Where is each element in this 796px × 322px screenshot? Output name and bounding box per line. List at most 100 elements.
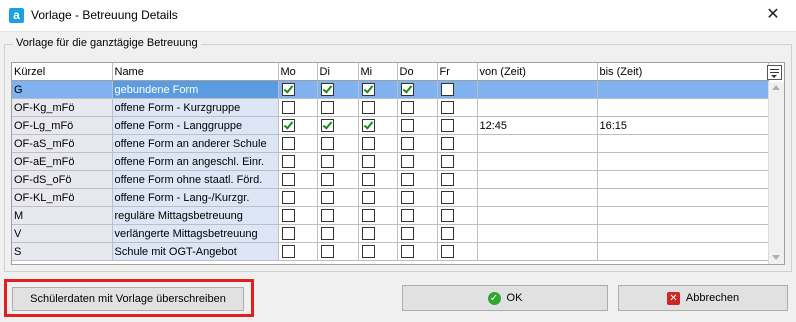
- checkbox-di[interactable]: [320, 137, 334, 150]
- checkbox-mo[interactable]: [281, 173, 295, 186]
- cell-von[interactable]: [477, 224, 598, 243]
- checkbox-do[interactable]: [400, 83, 414, 96]
- cell-kuerzel[interactable]: OF-Kg_mFö: [12, 98, 113, 117]
- checkbox-fr[interactable]: [440, 245, 454, 258]
- checkbox-fr[interactable]: [440, 155, 454, 168]
- table-row[interactable]: OF-dS_oFö offene Form ohne staatl. Förd.: [12, 170, 769, 189]
- checkbox-do[interactable]: [400, 137, 414, 150]
- checkbox-di[interactable]: [320, 155, 334, 168]
- cell-von[interactable]: [477, 152, 598, 171]
- scroll-up-icon[interactable]: [772, 85, 780, 90]
- checkbox-di[interactable]: [320, 173, 334, 186]
- checkbox-mi[interactable]: [361, 209, 375, 222]
- table-row[interactable]: OF-Lg_mFö offene Form - Langgruppe 12:45 16…: [12, 116, 769, 135]
- col-header-kuerzel[interactable]: Kürzel: [12, 63, 113, 81]
- checkbox-di[interactable]: [320, 83, 334, 96]
- cell-bis[interactable]: [597, 170, 769, 189]
- cell-bis[interactable]: [597, 80, 769, 99]
- cell-kuerzel[interactable]: OF-KL_mFö: [12, 188, 113, 207]
- cell-kuerzel[interactable]: M: [12, 206, 113, 225]
- cell-bis[interactable]: [597, 206, 769, 225]
- col-header-mo[interactable]: Mo: [278, 63, 318, 81]
- cell-kuerzel[interactable]: V: [12, 224, 113, 243]
- checkbox-di[interactable]: [320, 245, 334, 258]
- checkbox-fr[interactable]: [440, 101, 454, 114]
- checkbox-mi[interactable]: [361, 137, 375, 150]
- cell-bis[interactable]: [597, 152, 769, 171]
- scroll-down-icon[interactable]: [772, 255, 780, 260]
- checkbox-do[interactable]: [400, 245, 414, 258]
- cell-bis[interactable]: [597, 242, 769, 261]
- checkbox-fr[interactable]: [440, 191, 454, 204]
- cell-bis[interactable]: [597, 188, 769, 207]
- checkbox-di[interactable]: [320, 227, 334, 240]
- cell-name[interactable]: offene Form ohne staatl. Förd.: [112, 170, 279, 189]
- cell-von[interactable]: [477, 134, 598, 153]
- checkbox-fr[interactable]: [440, 137, 454, 150]
- checkbox-di[interactable]: [320, 119, 334, 132]
- checkbox-mi[interactable]: [361, 101, 375, 114]
- checkbox-mo[interactable]: [281, 209, 295, 222]
- cell-bis[interactable]: 16:15: [597, 116, 769, 135]
- checkbox-fr[interactable]: [440, 83, 454, 96]
- table-row[interactable]: OF-Kg_mFö offene Form - Kurzgruppe: [12, 98, 769, 117]
- checkbox-fr[interactable]: [440, 173, 454, 186]
- overwrite-student-data-button[interactable]: Schülerdaten mit Vorlage überschreiben: [12, 287, 244, 311]
- checkbox-mo[interactable]: [281, 83, 295, 96]
- cell-kuerzel[interactable]: OF-dS_oFö: [12, 170, 113, 189]
- checkbox-mo[interactable]: [281, 137, 295, 150]
- cell-kuerzel[interactable]: OF-aE_mFö: [12, 152, 113, 171]
- cell-name[interactable]: Schule mit OGT-Angebot: [112, 242, 279, 261]
- cell-name[interactable]: offene Form an angeschl. Einr.: [112, 152, 279, 171]
- cell-kuerzel[interactable]: G: [12, 80, 113, 99]
- checkbox-mo[interactable]: [281, 227, 295, 240]
- checkbox-fr[interactable]: [440, 119, 454, 132]
- col-header-mi[interactable]: Mi: [358, 63, 398, 81]
- checkbox-mi[interactable]: [361, 191, 375, 204]
- col-header-di[interactable]: Di: [317, 63, 359, 81]
- cell-name[interactable]: offene Form - Lang-/Kurzgr.: [112, 188, 279, 207]
- cell-name[interactable]: offene Form an anderer Schule: [112, 134, 279, 153]
- cell-von[interactable]: [477, 98, 598, 117]
- cell-von[interactable]: 12:45: [477, 116, 598, 135]
- checkbox-mo[interactable]: [281, 191, 295, 204]
- table-row[interactable]: Vverlängerte Mittagsbetreuung: [12, 224, 769, 243]
- checkbox-do[interactable]: [400, 101, 414, 114]
- cancel-button[interactable]: ✕ Abbrechen: [618, 285, 788, 311]
- close-icon[interactable]: ✕: [760, 3, 786, 27]
- cell-von[interactable]: [477, 170, 598, 189]
- checkbox-do[interactable]: [400, 191, 414, 204]
- checkbox-di[interactable]: [320, 101, 334, 114]
- table-row[interactable]: S Schule mit OGT-Angebot: [12, 242, 769, 261]
- cell-von[interactable]: [477, 206, 598, 225]
- checkbox-fr[interactable]: [440, 209, 454, 222]
- cell-von[interactable]: [477, 188, 598, 207]
- col-header-von[interactable]: von (Zeit): [477, 63, 598, 81]
- col-header-fr[interactable]: Fr: [437, 63, 478, 81]
- checkbox-mi[interactable]: [361, 155, 375, 168]
- table-row[interactable]: Mreguläre Mittagsbetreuung: [12, 206, 769, 225]
- col-header-bis[interactable]: bis (Zeit): [597, 63, 769, 81]
- cell-bis[interactable]: [597, 224, 769, 243]
- cell-von[interactable]: [477, 80, 598, 99]
- column-chooser-icon[interactable]: [767, 65, 782, 80]
- cell-name[interactable]: gebundene Form: [112, 80, 279, 99]
- checkbox-mi[interactable]: [361, 245, 375, 258]
- checkbox-do[interactable]: [400, 227, 414, 240]
- checkbox-do[interactable]: [400, 119, 414, 132]
- checkbox-mo[interactable]: [281, 155, 295, 168]
- table-row[interactable]: OF-aS_mFö offene Form an anderer Schule: [12, 134, 769, 153]
- cell-von[interactable]: [477, 242, 598, 261]
- checkbox-mi[interactable]: [361, 83, 375, 96]
- checkbox-mi[interactable]: [361, 173, 375, 186]
- checkbox-mi[interactable]: [361, 119, 375, 132]
- cell-bis[interactable]: [597, 134, 769, 153]
- checkbox-mo[interactable]: [281, 101, 295, 114]
- cell-name[interactable]: verlängerte Mittagsbetreuung: [112, 224, 279, 243]
- checkbox-mo[interactable]: [281, 245, 295, 258]
- cell-kuerzel[interactable]: OF-Lg_mFö: [12, 116, 113, 135]
- cell-kuerzel[interactable]: S: [12, 242, 113, 261]
- checkbox-do[interactable]: [400, 209, 414, 222]
- checkbox-di[interactable]: [320, 209, 334, 222]
- cell-name[interactable]: offene Form - Langgruppe: [112, 116, 279, 135]
